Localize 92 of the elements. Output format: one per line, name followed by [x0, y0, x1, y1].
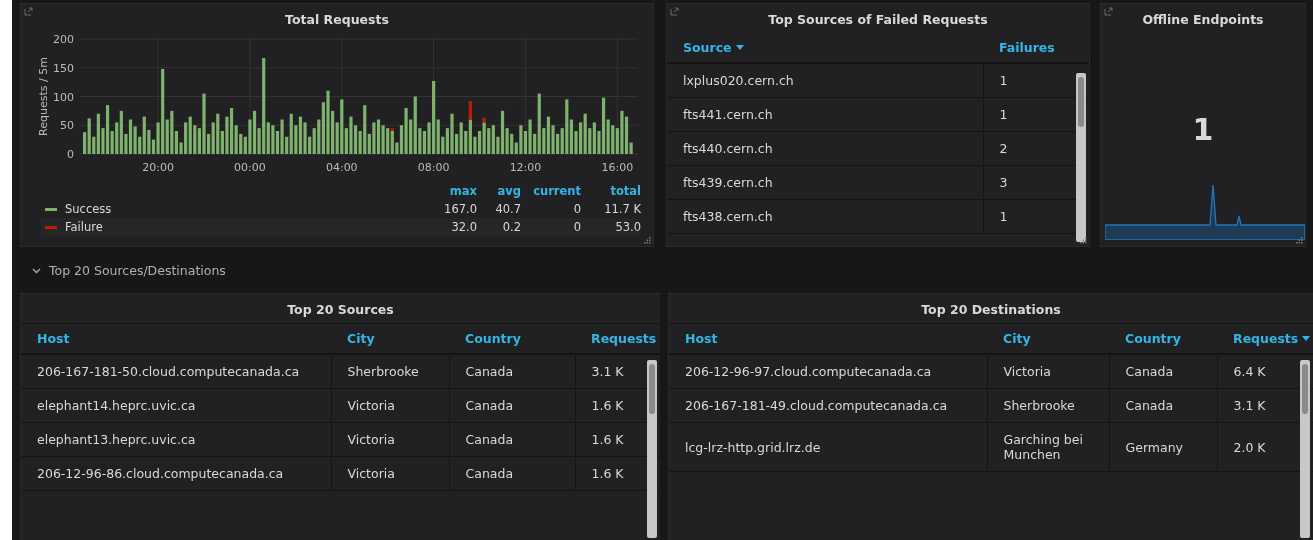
sort-caret-icon	[1302, 336, 1311, 341]
scrollbar[interactable]	[1300, 360, 1310, 538]
y-tick-label: 150	[53, 61, 74, 75]
table-cell: Germany	[1125, 439, 1183, 455]
time-label: 20:00	[142, 161, 174, 174]
table-cell: Sherbrooke	[1003, 398, 1075, 413]
time-label: 04:00	[325, 161, 358, 174]
legend-value: 53.0	[615, 220, 641, 234]
table-cell: 1.6 K	[591, 398, 624, 413]
legend-label[interactable]: Failure	[65, 220, 103, 234]
y-tick-label: 100	[53, 90, 74, 104]
table-cell: 206-12-96-97.cloud.computecanada.ca	[685, 364, 932, 379]
table-cell: 3.1 K	[591, 364, 624, 379]
resize-handle-icon[interactable]	[644, 237, 651, 244]
column-header[interactable]: Failures	[999, 40, 1055, 55]
legend-value: 167.0	[444, 202, 477, 216]
legend-label[interactable]: Success	[65, 202, 112, 216]
legend-header[interactable]: current	[521, 182, 581, 200]
legend-value: 0	[573, 220, 581, 234]
scrollbar[interactable]	[1076, 73, 1086, 242]
column-header[interactable]: Requests	[1233, 331, 1311, 346]
panel-title: Total Requests	[285, 11, 389, 29]
stat-value: 1	[1192, 112, 1214, 147]
legend-value: 11.7 K	[604, 202, 641, 216]
table-cell: Canada	[465, 466, 514, 481]
y-axis-label: Requests / 5m	[37, 57, 50, 136]
table-cell: 3	[999, 175, 1008, 190]
table-cell: 3.1 K	[1233, 398, 1266, 413]
time-label: 16:00	[601, 161, 634, 174]
table-cell: 2	[999, 141, 1008, 156]
table-cell: Canada	[465, 364, 514, 379]
y-tick-label: 0	[67, 148, 74, 161]
table-cell: Victoria	[347, 466, 395, 481]
table-cell: fts441.cern.ch	[683, 107, 773, 122]
time-label: 12:00	[509, 161, 542, 174]
external-link-icon[interactable]	[1104, 7, 1113, 16]
column-header[interactable]: Country	[1125, 331, 1181, 346]
legend-header[interactable]: max	[425, 182, 477, 200]
panel-title: Top Sources of Failed Requests	[768, 11, 988, 29]
scrollbar[interactable]	[647, 360, 657, 538]
column-header[interactable]: Host	[685, 331, 718, 346]
table-cell: Victoria	[347, 398, 395, 413]
column-header[interactable]: Country	[465, 331, 521, 346]
table-cell: elephant13.heprc.uvic.ca	[37, 432, 196, 447]
y-tick-label: 50	[60, 119, 74, 133]
time-label: 08:00	[417, 161, 450, 174]
table-cell: Sherbrooke	[347, 364, 419, 379]
table-cell: Garching bei Munchen	[1003, 432, 1083, 462]
table-cell: fts440.cern.ch	[683, 141, 773, 156]
column-header[interactable]: Source	[683, 40, 744, 55]
external-link-icon[interactable]	[24, 7, 33, 16]
table-cell: Canada	[465, 398, 514, 413]
table-cell: lcg-lrz-http.grid.lrz.de	[685, 439, 821, 455]
column-header[interactable]: City	[1003, 331, 1031, 346]
table-cell: 206-12-96-86.cloud.computecanada.ca	[37, 466, 284, 481]
table-cell: 6.4 K	[1233, 364, 1266, 379]
column-header[interactable]: Requests	[591, 331, 660, 346]
legend-value: 0.2	[502, 220, 521, 234]
legend-header[interactable]: avg	[477, 182, 521, 200]
column-header[interactable]: City	[347, 331, 375, 346]
panel-title: Top 20 Destinations	[921, 301, 1061, 319]
table-cell: 1.6 K	[591, 466, 624, 481]
table-cell: elephant14.heprc.uvic.ca	[37, 398, 196, 413]
table-cell: 206-167-181-50.cloud.computecanada.ca	[37, 364, 300, 379]
resize-handle-icon[interactable]	[1296, 237, 1303, 244]
column-header[interactable]: Host	[37, 331, 70, 346]
time-label: 00:00	[234, 161, 266, 174]
table-cell: 2.0 K	[1233, 439, 1266, 455]
table-cell: fts438.cern.ch	[683, 209, 773, 224]
legend-value: 32.0	[451, 220, 477, 234]
panel-title: Top 20 Sources	[287, 301, 394, 319]
table-cell: Canada	[465, 432, 514, 447]
table-cell: Canada	[1125, 398, 1174, 413]
y-tick-label: 200	[53, 33, 74, 46]
table-cell: Victoria	[347, 432, 395, 447]
external-link-icon[interactable]	[670, 7, 679, 16]
table-cell: lxplus020.cern.ch	[683, 73, 794, 88]
panel-title: Offline Endpoints	[1142, 11, 1264, 29]
table-cell: Victoria	[1003, 364, 1051, 379]
sort-caret-icon	[735, 45, 744, 50]
section-title[interactable]: Top 20 Sources/Destinations	[49, 262, 226, 278]
table-cell: 1	[999, 107, 1008, 122]
table-cell: 1	[999, 73, 1008, 88]
table-cell: 206-167-181-49.cloud.computecanada.ca	[685, 398, 948, 413]
table-cell: 1.6 K	[591, 432, 624, 447]
table-cell: fts439.cern.ch	[683, 175, 773, 190]
table-cell: 1	[999, 209, 1008, 224]
resize-handle-icon[interactable]	[1080, 237, 1087, 244]
table-cell: Canada	[1125, 364, 1174, 379]
legend-value: 40.7	[495, 202, 521, 216]
legend-value: 0	[573, 202, 581, 216]
legend-header[interactable]: total	[581, 182, 641, 200]
